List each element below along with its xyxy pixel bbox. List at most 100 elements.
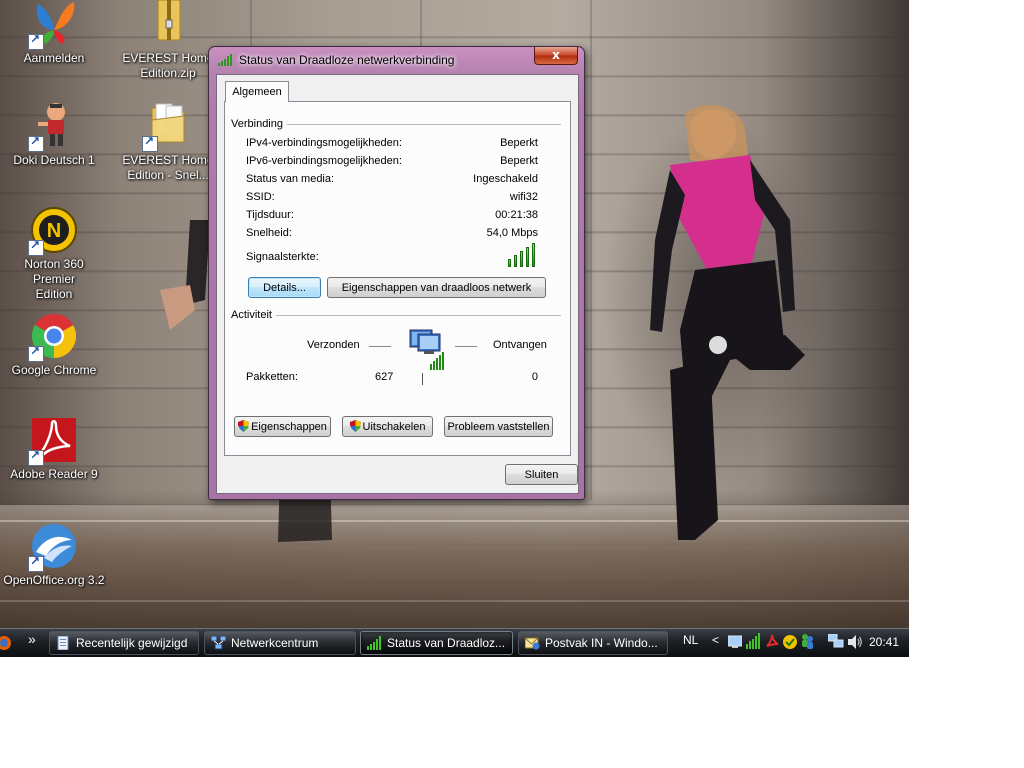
taskbar-button-wireless-status[interactable]: Status van Draadloz... <box>360 631 513 655</box>
shortcut-arrow-icon <box>28 554 44 572</box>
wireless-properties-button[interactable]: Eigenschappen van draadloos netwerk <box>327 277 546 298</box>
taskbar-button-windows-mail[interactable]: Postvak IN - Windo... <box>518 631 668 655</box>
received-label: Ontvangen <box>493 339 547 351</box>
info-value: Beperkt <box>500 137 538 149</box>
tray-network-icon[interactable] <box>828 634 844 650</box>
shortcut-arrow-icon <box>28 134 44 152</box>
diagnose-button[interactable]: Probleem vaststellen <box>444 416 553 437</box>
wallpaper-dancer <box>650 105 805 540</box>
desktop-icon-openoffice[interactable]: OpenOffice.org 3.2 <box>2 522 106 588</box>
info-label: Tijdsduur: <box>246 209 294 221</box>
disable-button-label: Uitschakelen <box>362 421 426 433</box>
desktop-icon-aanmelden[interactable]: Aanmelden <box>2 0 106 66</box>
chrome-icon <box>28 312 78 362</box>
signal-bar <box>532 243 535 267</box>
received-line <box>455 346 477 347</box>
taskbar-button-network-center[interactable]: Netwerkcentrum <box>204 631 356 655</box>
info-row-ipv6: IPv6-verbindingsmogelijkheden: Beperkt <box>246 155 538 171</box>
dialog-client-area: Algemeen Verbinding IPv4-verbindingsmoge… <box>216 74 579 494</box>
desktop-icon-label: Doki Deutsch 1 <box>13 153 95 167</box>
packets-divider <box>422 373 423 385</box>
network-center-icon <box>211 636 226 650</box>
folder-icon <box>142 102 192 152</box>
info-value: wifi32 <box>509 191 538 203</box>
desktop-icon-everest-folder[interactable]: EVEREST HomeEdition - Snel... <box>116 102 220 183</box>
shortcut-arrow-icon <box>28 238 44 256</box>
info-row-speed: Snelheid: 54,0 Mbps <box>246 227 538 243</box>
taskbar-button-recent[interactable]: Recentelijk gewijzigd <box>49 631 199 655</box>
taskbar: » Recentelijk gewijzigd Netwerkcentrum S… <box>0 628 909 657</box>
tray-adobe-icon[interactable] <box>765 634 779 648</box>
signal-strength-meter <box>508 243 538 267</box>
tray-volume-icon[interactable] <box>847 634 863 650</box>
close-button[interactable]: Sluiten <box>505 464 578 485</box>
taskbar-button-label: Status van Draadloz... <box>387 636 506 650</box>
tray-expand-chevron-icon[interactable]: < <box>712 633 719 647</box>
desktop-icon-google-chrome[interactable]: Google Chrome <box>2 312 106 378</box>
desktop-icon-doki-deutsch[interactable]: Doki Deutsch 1 <box>2 102 106 168</box>
packets-sent-value: 627 <box>375 371 394 383</box>
desktop-icon-label: EVEREST Home Edition.zip <box>122 51 214 80</box>
dialog-titlebar[interactable]: Status van Draadloze netwerkverbinding x <box>209 47 584 73</box>
tray-wireless-signal-icon[interactable] <box>746 633 762 649</box>
desktop-icon-label: EVEREST Home Edition - Snel... <box>122 153 214 182</box>
wall-brick-line <box>590 0 592 500</box>
wireless-status-dialog: Status van Draadloze netwerkverbinding x… <box>208 46 585 500</box>
info-label: IPv4-verbindingsmogelijkheden: <box>246 137 402 149</box>
info-row-media-status: Status van media: Ingeschakeld <box>246 173 538 189</box>
wireless-signal-icon <box>218 54 232 66</box>
info-row-duration: Tijdsduur: 00:21:38 <box>246 209 538 225</box>
packets-received-value: 0 <box>531 371 538 383</box>
packets-label: Pakketten: <box>246 371 298 383</box>
language-indicator[interactable]: NL <box>683 633 698 647</box>
tray-monitor-icon[interactable] <box>728 635 742 649</box>
info-label: Snelheid: <box>246 227 292 239</box>
network-activity-icon <box>409 329 444 370</box>
taskbar-button-label: Netwerkcentrum <box>231 636 319 650</box>
packets-row: Pakketten: 627 0 <box>246 371 538 387</box>
desktop-icon-adobe-reader[interactable]: Adobe Reader 9 <box>2 416 106 482</box>
desktop-icon-label: Google Chrome <box>11 363 97 377</box>
info-value: 54,0 Mbps <box>486 227 538 239</box>
close-window-button[interactable]: x <box>534 47 578 65</box>
windows-mail-icon <box>525 637 540 650</box>
uac-shield-icon <box>349 420 361 432</box>
floor-line <box>0 600 909 602</box>
shortcut-arrow-icon <box>142 134 158 152</box>
desktop-icon-everest-zip[interactable]: EVEREST Home Edition.zip <box>116 0 220 81</box>
info-value: 00:21:38 <box>495 209 538 221</box>
group-title-verbinding: Verbinding <box>231 118 287 130</box>
desktop-icon-label: Norton 360 Premier Edition <box>24 257 84 301</box>
tray-norton-icon[interactable] <box>782 634 798 650</box>
tab-panel-algemeen: Verbinding IPv4-verbindingsmogelijkheden… <box>224 101 571 456</box>
info-value: Beperkt <box>500 155 538 167</box>
details-button[interactable]: Details... <box>248 277 321 298</box>
signal-bar <box>508 259 511 267</box>
norton-icon: N <box>28 206 78 256</box>
info-label: IPv6-verbindingsmogelijkheden: <box>246 155 402 167</box>
tab-algemeen[interactable]: Algemeen <box>225 81 289 102</box>
firefox-quicklaunch-icon[interactable] <box>0 635 12 651</box>
disable-button[interactable]: Uitschakelen <box>342 416 433 437</box>
desktop-icon-label: Adobe Reader 9 <box>10 467 98 481</box>
group-divider <box>233 315 561 316</box>
tray-messenger-icon[interactable] <box>799 633 815 651</box>
system-clock[interactable]: 20:41 <box>869 635 899 649</box>
signal-bar <box>526 247 529 267</box>
info-row-signal-strength: Signaalsterkte: <box>246 251 538 267</box>
close-icon: x <box>552 48 560 62</box>
properties-button-label: Eigenschappen <box>251 421 327 433</box>
info-label: Signaalsterkte: <box>246 251 319 263</box>
info-label: Status van media: <box>246 173 335 185</box>
properties-button[interactable]: Eigenschappen <box>234 416 331 437</box>
taskbar-button-label: Postvak IN - Windo... <box>545 636 658 650</box>
zip-folder-icon <box>144 0 192 48</box>
shortcut-arrow-icon <box>28 344 44 362</box>
msn-butterfly-icon <box>28 0 78 50</box>
quicklaunch-overflow-chevron-icon[interactable]: » <box>28 631 36 647</box>
desktop-icon-norton[interactable]: N Norton 360 PremierEdition <box>2 206 106 302</box>
openoffice-icon <box>28 522 78 572</box>
taskbar-button-label: Recentelijk gewijzigd <box>76 636 188 650</box>
group-title-activiteit: Activiteit <box>231 309 276 321</box>
info-label: SSID: <box>246 191 275 203</box>
